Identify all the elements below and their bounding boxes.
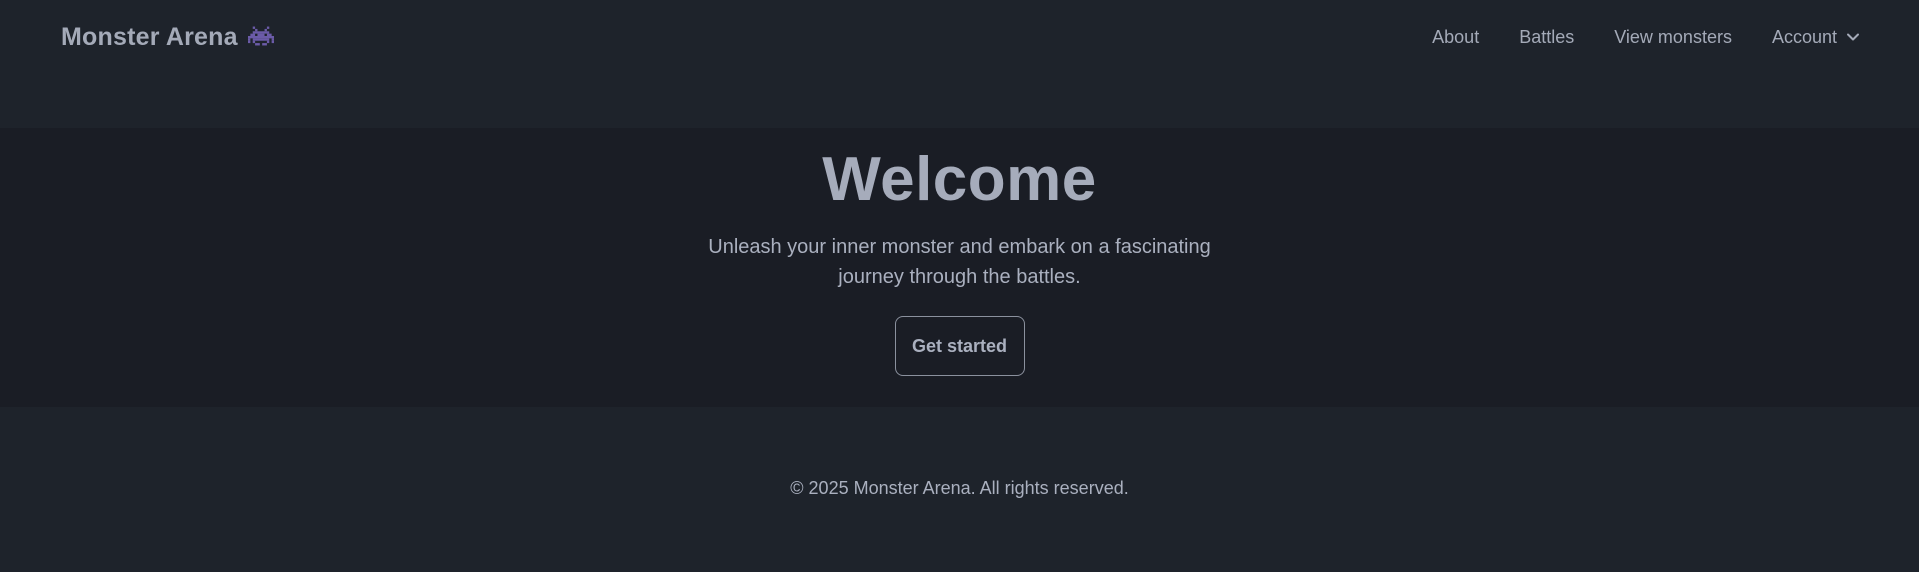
nav-links: About Battles View monsters Account — [1432, 27, 1861, 48]
get-started-button[interactable]: Get started — [894, 316, 1025, 377]
brand-link[interactable]: Monster Arena — [61, 23, 274, 52]
nav-view-monsters[interactable]: View monsters — [1614, 27, 1732, 48]
nav-battles[interactable]: Battles — [1519, 27, 1574, 48]
nav-account-dropdown[interactable]: Account — [1772, 27, 1861, 48]
brand-name: Monster Arena — [61, 22, 238, 51]
nav-account-label: Account — [1771, 26, 1837, 47]
nav-battles-label: Battles — [1519, 26, 1575, 47]
hero-subtitle: Unleash your inner monster and embark on… — [708, 236, 1211, 289]
nav-about-label: About — [1432, 26, 1480, 47]
page: Monster Arena About Battles View monster… — [0, 0, 1919, 572]
footer: © 2025 Monster Arena. All rights reserve… — [0, 478, 1919, 499]
copyright-text: © 2025 Monster Arena. All rights reserve… — [790, 478, 1129, 498]
navbar: Monster Arena About Battles View monster… — [0, 0, 1919, 74]
nav-about[interactable]: About — [1432, 27, 1479, 48]
nav-view-monsters-label: View monsters — [1614, 26, 1732, 47]
hero-title: Welcome — [822, 145, 1097, 214]
space-invader-icon — [247, 26, 274, 46]
hero-section: Welcome Unleash your inner monster and e… — [0, 128, 1919, 407]
chevron-down-icon — [1847, 33, 1859, 41]
